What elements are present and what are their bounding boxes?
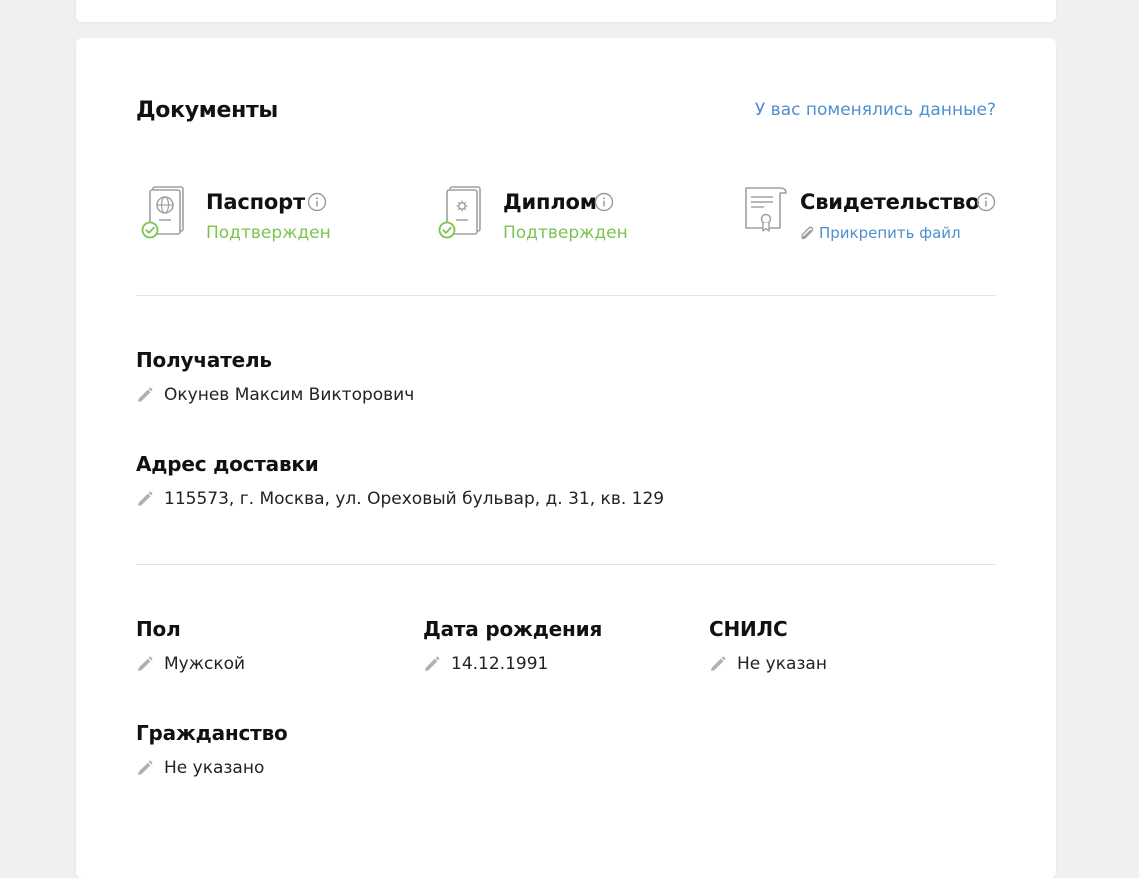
- attach-file-link[interactable]: Прикрепить файл: [800, 224, 961, 242]
- document-name: Свидетельство: [800, 190, 980, 214]
- gender-value: Мужской: [164, 654, 246, 674]
- citizenship-label: Гражданство: [136, 721, 288, 745]
- edit-pencil-icon[interactable]: [136, 760, 153, 777]
- paperclip-icon: [801, 226, 814, 240]
- divider: [136, 564, 996, 565]
- gender-field: Пол Мужской: [136, 617, 245, 674]
- verified-check-icon: [141, 221, 159, 239]
- birthdate-field: Дата рождения 14.12.1991: [423, 617, 602, 674]
- address-label: Адрес доставки: [136, 452, 319, 476]
- documents-title: Документы: [136, 98, 279, 123]
- document-certificate[interactable]: Свидетельство Прикрепить файл: [740, 184, 996, 244]
- recipient-value: Окунев Максим Викторович: [164, 385, 415, 405]
- edit-pencil-icon[interactable]: [136, 656, 153, 673]
- info-icon[interactable]: [594, 192, 614, 212]
- document-status: Подтвержден: [206, 223, 331, 243]
- snils-value: Не указан: [737, 654, 827, 674]
- document-name: Паспорт: [206, 190, 305, 214]
- certificate-icon: [745, 187, 787, 232]
- recipient-field: Получатель Окунев Максим Викторович: [136, 348, 414, 405]
- address-value: 115573, г. Москва, ул. Ореховый бульвар,…: [164, 489, 665, 509]
- citizenship-value: Не указано: [164, 758, 265, 778]
- edit-pencil-icon[interactable]: [709, 656, 726, 673]
- info-icon[interactable]: [307, 192, 327, 212]
- documents-card: Документы У вас поменялись данные? Паспо…: [76, 38, 1056, 878]
- birthdate-value: 14.12.1991: [451, 654, 549, 674]
- data-changed-link[interactable]: У вас поменялись данные?: [755, 100, 996, 120]
- edit-pencil-icon[interactable]: [423, 656, 440, 673]
- verified-check-icon: [438, 221, 456, 239]
- document-name: Диплом: [503, 190, 597, 214]
- edit-pencil-icon[interactable]: [136, 387, 153, 404]
- snils-field: СНИЛС Не указан: [709, 617, 827, 674]
- citizenship-field: Гражданство Не указано: [136, 721, 288, 778]
- address-field: Адрес доставки 115573, г. Москва, ул. Ор…: [136, 452, 664, 509]
- attach-file-label: Прикрепить файл: [819, 224, 961, 242]
- birthdate-label: Дата рождения: [423, 617, 603, 641]
- document-passport[interactable]: Паспорт Подтвержден: [136, 184, 396, 244]
- divider: [136, 295, 996, 296]
- info-icon[interactable]: [976, 192, 996, 212]
- gender-label: Пол: [136, 617, 181, 641]
- recipient-label: Получатель: [136, 348, 272, 372]
- snils-label: СНИЛС: [709, 617, 788, 641]
- document-status: Подтвержден: [503, 223, 628, 243]
- document-diploma[interactable]: Диплом Подтвержден: [433, 184, 693, 244]
- edit-pencil-icon[interactable]: [136, 491, 153, 508]
- previous-card: [76, 0, 1056, 22]
